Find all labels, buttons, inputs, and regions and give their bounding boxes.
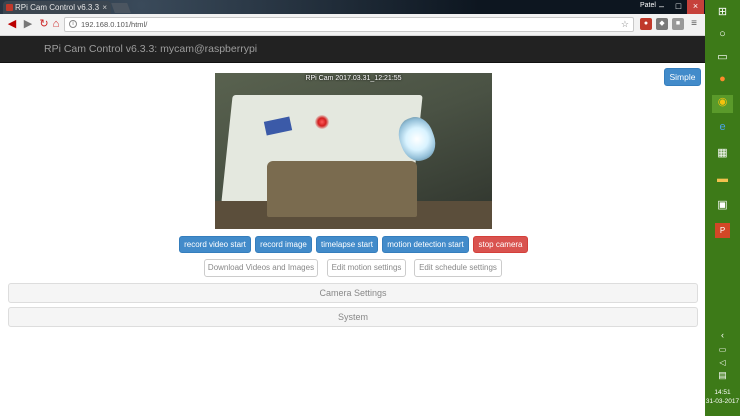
settings-links: Download Videos and Images Edit motion s… (0, 259, 705, 277)
motion-detection-button[interactable]: motion detection start (382, 236, 469, 253)
preview-red-led (315, 115, 329, 129)
edge-icon[interactable]: e (715, 120, 730, 135)
camera-preview[interactable]: RPi Cam 2017.03.31_12:21:55 (215, 73, 492, 229)
windows-start-icon[interactable]: ⊞ (715, 5, 730, 20)
action-buttons: record video start record image timelaps… (0, 236, 705, 253)
store-icon[interactable]: ▣ (715, 198, 730, 213)
chrome-icon[interactable]: ◉ (712, 95, 733, 113)
browser-titlebar: RPi Cam Control v6.3.3 × Patel – □ × (0, 0, 705, 15)
timelapse-button[interactable]: timelapse start (316, 236, 378, 253)
stop-camera-button[interactable]: stop camera (473, 236, 528, 253)
page-navbar: RPi Cam Control v6.3.3: mycam@raspberryp… (0, 36, 705, 63)
address-bar[interactable]: i 192.168.0.101/html/ ☆ (64, 17, 634, 32)
back-icon[interactable]: ◀ (6, 18, 18, 30)
forward-icon[interactable]: ▶ (22, 18, 34, 30)
reload-icon[interactable]: ↻ (38, 18, 50, 30)
home-icon[interactable]: ⌂ (50, 18, 62, 30)
app-icon[interactable]: ▦ (715, 146, 730, 161)
clock-time: 14:51 (714, 389, 731, 396)
maximize-icon[interactable]: □ (670, 0, 687, 14)
favicon-icon (6, 4, 13, 11)
action-center-icon[interactable]: ▤ (715, 368, 730, 383)
page-title: RPi Cam Control v6.3.3: mycam@raspberryp… (44, 43, 258, 55)
firefox-icon[interactable]: ● (715, 72, 730, 87)
extension-icon[interactable]: ◆ (656, 18, 668, 30)
camera-overlay-text: RPi Cam 2017.03.31_12:21:55 (305, 75, 402, 82)
address-text: 192.168.0.101/html/ (81, 20, 148, 29)
menu-icon[interactable]: ≡ (688, 18, 700, 30)
system-panel[interactable]: System (8, 307, 698, 327)
screen: RPi Cam Control v6.3.3 × Patel – □ × ◀ ▶… (0, 0, 740, 416)
edit-schedule-button[interactable]: Edit schedule settings (414, 259, 502, 277)
file-explorer-icon[interactable]: ▬ (715, 172, 730, 187)
cortana-search-icon[interactable]: ○ (715, 27, 730, 42)
windows-taskbar: ⊞ ○ ▭ ● ◉ e ▦ ▬ ▣ P ‹ ▭ ◁ ▤ (705, 0, 740, 416)
close-window-icon[interactable]: × (687, 0, 704, 14)
taskbar-clock[interactable]: 14:51 31-03-2017 (705, 388, 740, 406)
browser-toolbar: ◀ ▶ ↻ ⌂ i 192.168.0.101/html/ ☆ ● ◆ ■ ≡ (0, 14, 705, 36)
extension-icon-2[interactable]: ■ (672, 18, 684, 30)
minimize-icon[interactable]: – (653, 0, 670, 14)
preview-soil (267, 161, 417, 217)
record-image-button[interactable]: record image (255, 236, 312, 253)
powerpoint-icon[interactable]: P (715, 223, 730, 238)
task-view-icon[interactable]: ▭ (715, 50, 730, 65)
new-tab-button[interactable] (111, 3, 131, 13)
tab-title: RPi Cam Control v6.3.3 (15, 3, 100, 12)
window-controls: – □ × (653, 0, 704, 14)
simple-button[interactable]: Simple (664, 68, 701, 86)
close-tab-icon[interactable]: × (102, 1, 107, 14)
camera-settings-panel[interactable]: Camera Settings (8, 283, 698, 303)
clock-date: 31-03-2017 (705, 398, 740, 405)
tray-chevron-icon[interactable]: ‹ (715, 328, 730, 343)
download-button[interactable]: Download Videos and Images (204, 259, 318, 277)
extension-abp-icon[interactable]: ● (640, 18, 652, 30)
bookmark-star-icon[interactable]: ☆ (621, 18, 629, 31)
browser-tab[interactable]: RPi Cam Control v6.3.3 × (3, 1, 111, 15)
info-icon[interactable]: i (69, 20, 77, 28)
record-video-button[interactable]: record video start (179, 236, 251, 253)
edit-motion-button[interactable]: Edit motion settings (327, 259, 406, 277)
